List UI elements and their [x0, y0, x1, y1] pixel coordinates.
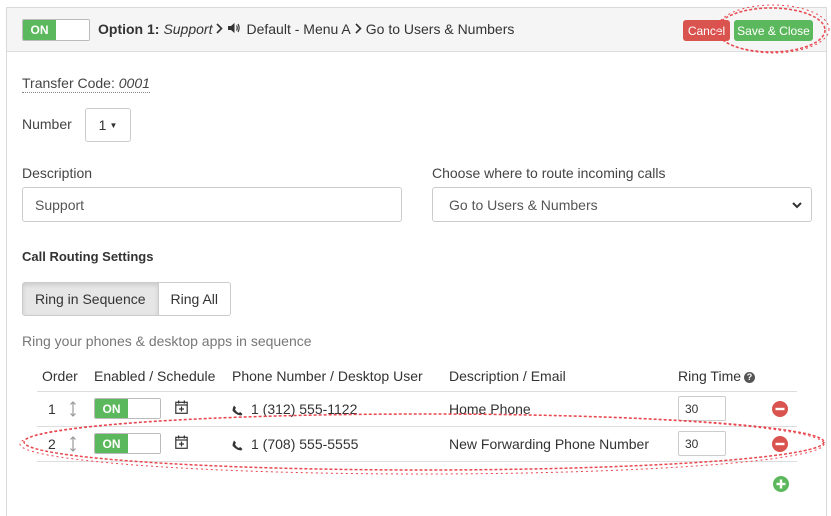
- description-label: Description: [22, 165, 93, 181]
- routing-label: Choose where to route incoming calls: [432, 165, 666, 181]
- row-description: New Forwarding Phone Number: [449, 436, 649, 452]
- row-enabled-toggle[interactable]: ON: [94, 398, 161, 419]
- drag-handle-icon[interactable]: [69, 401, 77, 420]
- calendar-add-icon[interactable]: [175, 400, 188, 417]
- option-prefix: Option 1:: [98, 21, 160, 37]
- row-order: 1: [48, 401, 56, 417]
- number-label: Number: [22, 116, 72, 132]
- row-enabled-toggle[interactable]: ON: [94, 433, 161, 454]
- ring-time-input[interactable]: [678, 431, 726, 456]
- ring-mode-hint: Ring your phones & desktop apps in seque…: [22, 333, 312, 349]
- ring-all-button[interactable]: Ring All: [158, 282, 231, 316]
- column-description-email: Description / Email: [449, 368, 566, 384]
- ring-in-sequence-button[interactable]: Ring in Sequence: [22, 282, 159, 316]
- caret-down-icon: ▼: [109, 120, 118, 130]
- toggle-on-label: ON: [95, 399, 128, 418]
- table-divider: [37, 426, 797, 427]
- row-phone-number: 1 (312) 555-1122: [251, 401, 358, 417]
- routing-select[interactable]: Go to Users & Numbers: [432, 187, 812, 222]
- column-enabled-schedule: Enabled / Schedule: [94, 368, 216, 384]
- column-ring-time: Ring Time?: [678, 368, 756, 384]
- remove-icon[interactable]: [772, 436, 788, 455]
- chevron-right-icon: [216, 22, 224, 37]
- calendar-add-icon[interactable]: [175, 435, 188, 452]
- number-value: 1: [98, 117, 107, 133]
- description-input[interactable]: [22, 187, 402, 222]
- toggle-on-label: ON: [95, 434, 128, 453]
- column-order: Order: [42, 368, 78, 384]
- transfer-code[interactable]: Transfer Code: 0001: [22, 75, 150, 93]
- number-select[interactable]: 1 ▼: [85, 108, 131, 142]
- option-panel: ON Option 1: Support Default - Menu A Go…: [6, 7, 827, 516]
- toggle-on-label: ON: [23, 20, 56, 40]
- chevron-right-icon: [355, 22, 362, 37]
- routing-selected: Go to Users & Numbers: [449, 196, 598, 213]
- cancel-button[interactable]: Cancel: [683, 20, 730, 41]
- panel-header: ON Option 1: Support Default - Menu A Go…: [7, 8, 826, 52]
- phone-icon: [232, 438, 243, 454]
- row-phone-number: 1 (708) 555-5555: [251, 436, 359, 452]
- ring-time-input[interactable]: [678, 396, 726, 421]
- option-name: Support: [163, 21, 213, 37]
- option-enabled-toggle[interactable]: ON: [22, 19, 90, 41]
- transfer-code-label: Transfer Code:: [22, 75, 115, 91]
- transfer-code-value: 0001: [118, 75, 150, 91]
- row-order: 2: [48, 436, 56, 452]
- table-divider: [37, 461, 797, 462]
- column-phone-number: Phone Number / Desktop User: [232, 368, 423, 384]
- ring-time-label: Ring Time: [678, 368, 742, 384]
- ring-mode-group: Ring in Sequence Ring All: [22, 282, 231, 316]
- remove-icon[interactable]: [772, 401, 788, 420]
- call-routing-title: Call Routing Settings: [22, 249, 154, 264]
- route-target: Go to Users & Numbers: [365, 21, 515, 37]
- chevron-down-icon: [791, 198, 803, 210]
- phone-icon: [232, 403, 243, 419]
- drag-handle-icon[interactable]: [69, 436, 77, 455]
- row-description: Home Phone: [449, 401, 531, 417]
- menu-name: Default - Menu A: [246, 21, 351, 37]
- save-close-button[interactable]: Save & Close: [734, 20, 813, 41]
- add-icon[interactable]: [773, 476, 789, 495]
- help-icon[interactable]: ?: [744, 371, 756, 383]
- breadcrumb: Option 1: Support Default - Menu A Go to…: [98, 21, 514, 37]
- speaker-icon: [227, 21, 241, 37]
- table-divider: [37, 391, 797, 392]
